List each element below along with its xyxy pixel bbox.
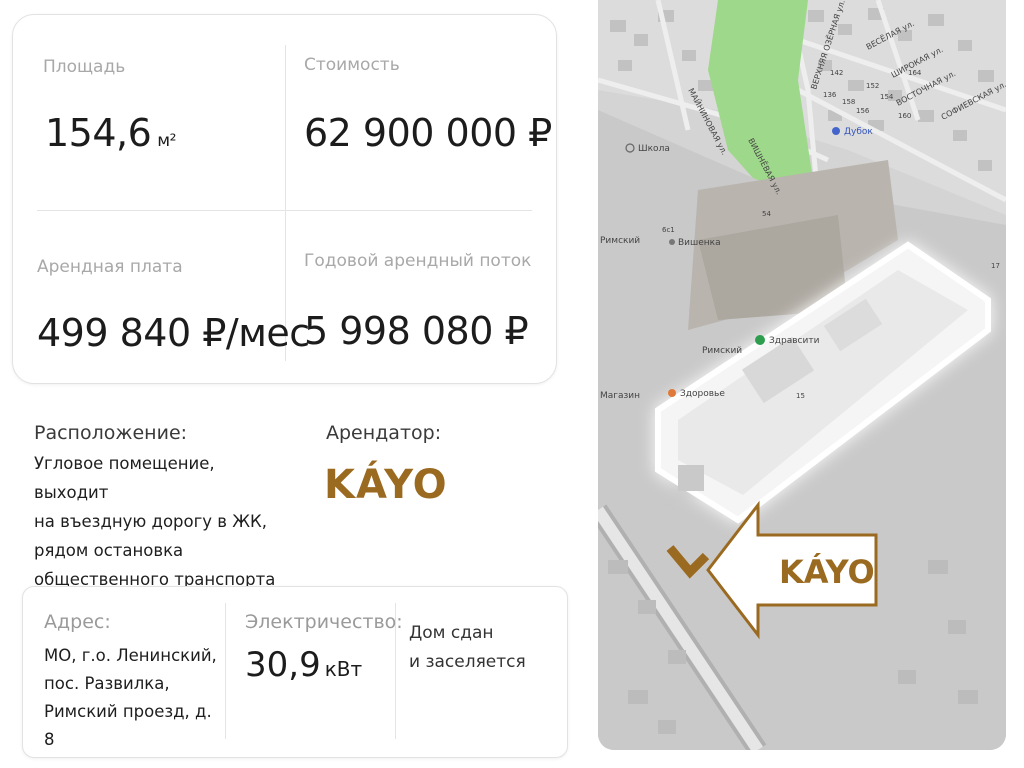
house-number: 158 xyxy=(842,98,855,106)
poi-dubok: Дубок xyxy=(844,127,873,137)
address-text: МО, г.о. Ленинский, пос. Развилка, Римск… xyxy=(44,642,224,754)
house-number: 156 xyxy=(856,107,870,115)
rent-value: 499 840 ₽/мес xyxy=(37,311,310,355)
electricity-value: 30,9 кВт xyxy=(245,645,362,685)
house-number: 54 xyxy=(762,210,771,218)
house-number: 6с1 xyxy=(662,226,675,234)
house-number: 17 xyxy=(991,262,1000,270)
cost-value: 62 900 000 ₽ xyxy=(304,111,552,155)
location-line: рядом остановка xyxy=(34,541,184,560)
poi-rimsky-2: Римский xyxy=(702,346,742,356)
location-map[interactable]: KÁYO ВЕРХНЯЯ ОЗЁРНАЯ ул. ВЕСЁЛАЯ ул. ШИР… xyxy=(598,0,1006,750)
annual-flow-value: 5 998 080 ₽ xyxy=(304,309,529,353)
poi-rimsky-1: Римский xyxy=(600,236,640,246)
poi-zdorovie: Здоровье xyxy=(680,389,725,399)
building-status: Дом сдан и заселяется xyxy=(409,619,559,677)
area-value: 154,6 м² xyxy=(45,111,176,155)
location-description: Угловое помещение, выходит на въездную д… xyxy=(34,449,294,594)
status-line: Дом сдан xyxy=(409,623,494,643)
callout-label: KÁYO xyxy=(779,553,875,591)
tenant-logo: KÁYO xyxy=(324,462,448,508)
address-line: Римский проезд, д. 8 xyxy=(44,702,212,749)
house-number: 154 xyxy=(880,93,894,101)
status-line: и заселяется xyxy=(409,652,526,672)
area-label: Площадь xyxy=(43,57,126,77)
electricity-number: 30,9 xyxy=(245,645,321,685)
stats-card: Площадь 154,6 м² Стоимость 62 900 000 ₽ А… xyxy=(12,14,557,384)
poi-magazin: Магазин xyxy=(600,391,640,401)
house-number: 152 xyxy=(866,82,879,90)
map-canvas: KÁYO ВЕРХНЯЯ ОЗЁРНАЯ ул. ВЕСЁЛАЯ ул. ШИР… xyxy=(598,0,1006,750)
electricity-unit: кВт xyxy=(324,657,363,681)
area-unit: м² xyxy=(157,131,176,151)
address-line: МО, г.о. Ленинский, xyxy=(44,646,217,665)
tenant-title: Арендатор: xyxy=(326,422,442,444)
location-line: на въездную дорогу в ЖК, xyxy=(34,512,267,531)
house-number: 136 xyxy=(823,91,837,99)
rent-label: Арендная плата xyxy=(37,257,183,277)
page: Площадь 154,6 м² Стоимость 62 900 000 ₽ А… xyxy=(0,0,1024,768)
annual-flow-label: Годовой арендный поток xyxy=(304,251,532,271)
house-number: 160 xyxy=(898,112,911,120)
stats-divider-horizontal xyxy=(37,210,532,211)
house-number: 164 xyxy=(908,69,922,77)
address-line: пос. Развилка, xyxy=(44,674,170,693)
location-line: Угловое помещение, выходит xyxy=(34,454,215,502)
location-title: Расположение: xyxy=(34,422,188,444)
poi-zdravsiti: Здравсити xyxy=(769,336,820,346)
poi-vishenka: Вишенка xyxy=(678,238,721,248)
address-label: Адрес: xyxy=(44,611,111,633)
house-number: 15 xyxy=(796,392,805,400)
poi-school: Школа xyxy=(638,144,670,154)
house-number: 142 xyxy=(830,69,843,77)
info-card: Адрес: МО, г.о. Ленинский, пос. Развилка… xyxy=(22,586,568,758)
cost-label: Стоимость xyxy=(304,55,400,75)
electricity-label: Электричество: xyxy=(245,611,403,633)
info-divider xyxy=(225,603,226,739)
area-number: 154,6 xyxy=(45,111,152,155)
